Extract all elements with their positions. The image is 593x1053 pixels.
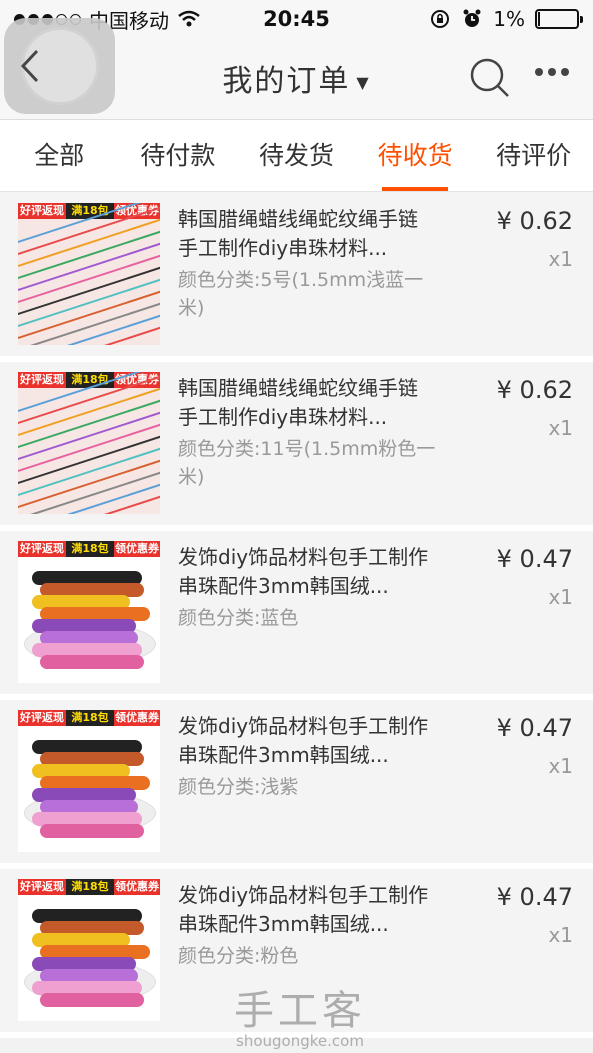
product-price: ¥ 0.47 <box>496 545 573 573</box>
product-spec: 颜色分类:浅紫 <box>178 776 299 798</box>
product-image-cords <box>18 203 160 345</box>
caret-down-icon: ▼ <box>356 73 371 92</box>
nav-bar: 我的订单 ▼ <box>0 18 593 120</box>
product-thumbnail[interactable]: 好评返现 满18包邮 领优惠券 <box>18 541 160 683</box>
product-quantity: x1 <box>548 585 573 609</box>
product-price: ¥ 0.62 <box>496 207 573 235</box>
product-title[interactable]: 发饰diy饰品材料包手工制作串珠配件3mm韩国绒... <box>178 712 443 770</box>
product-title[interactable]: 发饰diy饰品材料包手工制作串珠配件3mm韩国绒... <box>178 543 443 601</box>
product-thumbnail[interactable]: 好评返现 满18包邮 领优惠券 <box>18 710 160 852</box>
battery-icon <box>535 9 583 29</box>
alarm-icon <box>463 9 481 27</box>
more-icon[interactable] <box>535 68 569 76</box>
tab-pending-receipt[interactable]: 待收货 <box>356 120 475 191</box>
promo-banner: 好评返现 满18包邮 领优惠券 <box>18 541 160 571</box>
product-image-laces <box>18 895 160 1021</box>
order-tabs: 全部 待付款 待发货 待收货 待评价 <box>0 120 593 192</box>
tab-pending-shipment[interactable]: 待发货 <box>237 120 356 191</box>
wifi-icon <box>178 10 200 27</box>
product-spec: 颜色分类:11号(1.5mm粉色一米) <box>178 438 436 488</box>
product-image-laces <box>18 557 160 683</box>
order-item[interactable]: 好评返现 满18包邮 领优惠券 发饰diy饰品材料包手工制作串珠配件3mm韩国绒… <box>0 531 593 700</box>
product-price: ¥ 0.47 <box>496 714 573 742</box>
product-price: ¥ 0.47 <box>496 883 573 911</box>
product-thumbnail[interactable]: 好评返现 满18包邮 领优惠券 <box>18 372 160 514</box>
product-spec: 颜色分类:5号(1.5mm浅蓝一米) <box>178 269 424 319</box>
product-thumbnail[interactable]: 好评返现 满18包邮 领优惠券 <box>18 879 160 1021</box>
product-quantity: x1 <box>548 416 573 440</box>
product-thumbnail[interactable]: 好评返现 满18包邮 领优惠券 <box>18 203 160 345</box>
product-quantity: x1 <box>548 247 573 271</box>
page-title: 我的订单 <box>222 64 351 99</box>
order-list: 好评返现 满18包邮 领优惠券 韩国腊绳蜡线绳蛇纹绳手链 手工制作diy串珠材料… <box>0 193 593 1038</box>
product-quantity: x1 <box>548 923 573 947</box>
product-spec: 颜色分类:蓝色 <box>178 607 299 629</box>
tab-pending-review[interactable]: 待评价 <box>474 120 593 191</box>
tab-all[interactable]: 全部 <box>0 120 119 191</box>
product-image-cords <box>18 372 160 514</box>
order-item[interactable]: 好评返现 满18包邮 领优惠券 韩国腊绳蜡线绳蛇纹绳手链 手工制作diy串珠材料… <box>0 362 593 531</box>
search-icon[interactable] <box>468 56 512 100</box>
battery-percent: 1% <box>493 7 525 31</box>
order-item[interactable]: 好评返现 满18包邮 领优惠券 发饰diy饰品材料包手工制作串珠配件3mm韩国绒… <box>0 700 593 869</box>
product-spec: 颜色分类:粉色 <box>178 945 299 967</box>
product-title[interactable]: 发饰diy饰品材料包手工制作串珠配件3mm韩国绒... <box>178 881 443 939</box>
promo-banner: 好评返现 满18包邮 领优惠券 <box>18 879 160 909</box>
product-image-laces <box>18 726 160 852</box>
product-quantity: x1 <box>548 754 573 778</box>
product-title[interactable]: 韩国腊绳蜡线绳蛇纹绳手链 手工制作diy串珠材料... <box>178 205 443 263</box>
promo-banner: 好评返现 满18包邮 领优惠券 <box>18 710 160 740</box>
product-price: ¥ 0.62 <box>496 376 573 404</box>
orientation-lock-icon <box>431 10 450 28</box>
watermark: 手工客 shougongke.com <box>234 988 366 1050</box>
order-item[interactable]: 好评返现 满18包邮 领优惠券 韩国腊绳蜡线绳蛇纹绳手链 手工制作diy串珠材料… <box>0 193 593 362</box>
tab-pending-payment[interactable]: 待付款 <box>119 120 238 191</box>
product-title[interactable]: 韩国腊绳蜡线绳蛇纹绳手链 手工制作diy串珠材料... <box>178 374 443 432</box>
status-right: 1% <box>429 7 583 31</box>
